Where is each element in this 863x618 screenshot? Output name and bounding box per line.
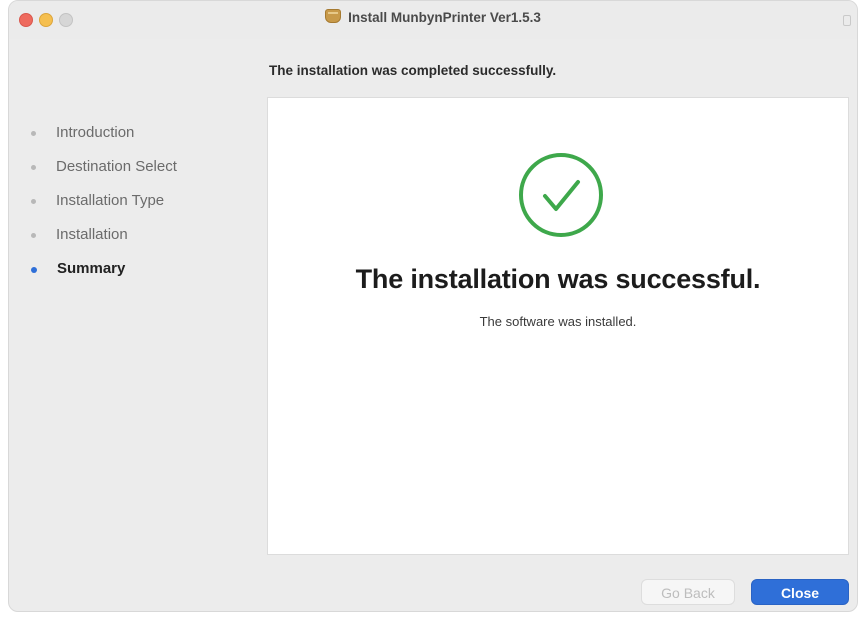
step-bullet-active-icon bbox=[31, 267, 37, 273]
window-title: Install MunbynPrinter Ver1.5.3 bbox=[348, 10, 541, 25]
title-bar[interactable]: Install MunbynPrinter Ver1.5.3 bbox=[9, 1, 857, 39]
checkmark-circle-icon bbox=[519, 153, 603, 237]
steps-sidebar: Introduction Destination Select Installa… bbox=[31, 124, 251, 294]
step-label: Installation bbox=[56, 226, 128, 243]
window-title-wrap: Install MunbynPrinter Ver1.5.3 bbox=[9, 9, 857, 25]
step-bullet-icon bbox=[31, 199, 36, 204]
step-summary: Summary bbox=[31, 260, 251, 294]
step-bullet-icon bbox=[31, 131, 36, 136]
installer-window: Install MunbynPrinter Ver1.5.3 The insta… bbox=[8, 0, 858, 612]
step-installation: Installation bbox=[31, 226, 251, 260]
content-panel: The installation was successful. The sof… bbox=[267, 97, 849, 555]
success-title: The installation was successful. bbox=[355, 264, 761, 294]
step-label: Introduction bbox=[56, 124, 135, 141]
step-bullet-icon bbox=[31, 165, 36, 170]
success-subtitle: The software was installed. bbox=[479, 314, 637, 329]
close-button[interactable]: Close bbox=[751, 579, 849, 605]
page-heading: The installation was completed successfu… bbox=[269, 63, 557, 78]
step-introduction: Introduction bbox=[31, 124, 251, 158]
step-bullet-icon bbox=[31, 233, 36, 238]
go-back-button[interactable]: Go Back bbox=[641, 579, 735, 605]
step-label: Installation Type bbox=[56, 192, 165, 209]
step-label: Destination Select bbox=[56, 158, 177, 175]
step-installation-type: Installation Type bbox=[31, 192, 251, 226]
lock-icon bbox=[843, 15, 851, 26]
step-label: Summary bbox=[57, 260, 126, 277]
step-destination-select: Destination Select bbox=[31, 158, 251, 192]
package-icon bbox=[325, 9, 342, 23]
